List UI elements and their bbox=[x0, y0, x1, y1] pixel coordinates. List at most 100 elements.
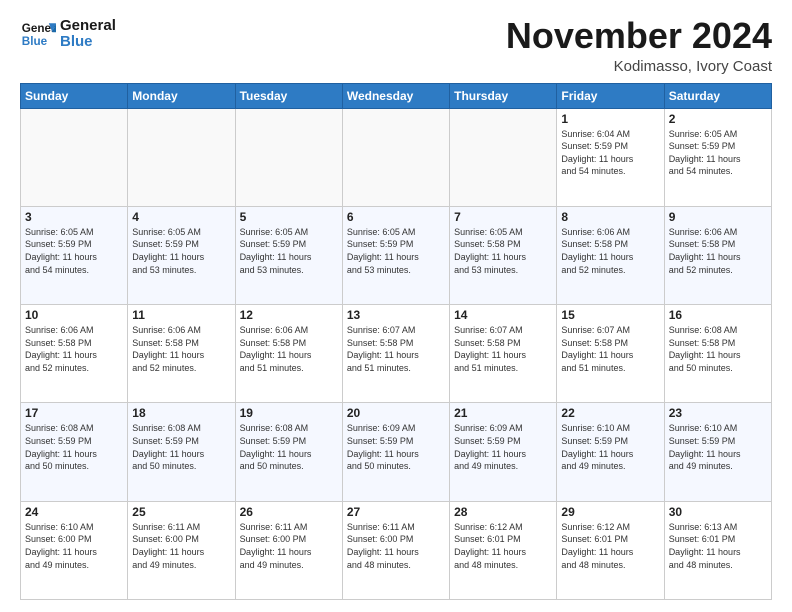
col-thursday: Thursday bbox=[450, 83, 557, 108]
day-number: 19 bbox=[240, 406, 338, 420]
day-number: 20 bbox=[347, 406, 445, 420]
day-number: 6 bbox=[347, 210, 445, 224]
day-info: Sunrise: 6:05 AM Sunset: 5:59 PM Dayligh… bbox=[132, 226, 230, 276]
day-number: 14 bbox=[454, 308, 552, 322]
day-info: Sunrise: 6:06 AM Sunset: 5:58 PM Dayligh… bbox=[561, 226, 659, 276]
month-title: November 2024 bbox=[506, 16, 772, 56]
day-number: 3 bbox=[25, 210, 123, 224]
calendar-cell-4-5: 21Sunrise: 6:09 AM Sunset: 5:59 PM Dayli… bbox=[450, 403, 557, 501]
day-info: Sunrise: 6:07 AM Sunset: 5:58 PM Dayligh… bbox=[454, 324, 552, 374]
col-sunday: Sunday bbox=[21, 83, 128, 108]
day-info: Sunrise: 6:08 AM Sunset: 5:59 PM Dayligh… bbox=[25, 422, 123, 472]
calendar-cell-5-2: 25 Sunrise: 6:11 AM Sunset: 6:00 PM Dayli… bbox=[128, 501, 235, 599]
day-info: Sunrise: 6:09 AM Sunset: 5:59 PM Dayligh… bbox=[454, 422, 552, 472]
day-number: 8 bbox=[561, 210, 659, 224]
day-number: 30 bbox=[669, 505, 767, 519]
day-info: Sunrise: 6:10 AM Sunset: 6:00 PM Dayligh… bbox=[25, 521, 123, 571]
day-number: 25 bbox=[132, 505, 230, 519]
calendar-cell-5-3: 26 Sunrise: 6:11 AM Sunset: 6:00 PM Dayli… bbox=[235, 501, 342, 599]
day-info: Sunrise: 6:09 AM Sunset: 5:59 PM Dayligh… bbox=[347, 422, 445, 472]
day-info: Sunrise: 6:08 AM Sunset: 5:59 PM Dayligh… bbox=[240, 422, 338, 472]
day-number: 4 bbox=[132, 210, 230, 224]
col-monday: Monday bbox=[128, 83, 235, 108]
day-info: Sunrise: 6:05 AM Sunset: 5:59 PM Dayligh… bbox=[25, 226, 123, 276]
calendar-cell-3-4: 13Sunrise: 6:07 AM Sunset: 5:58 PM Dayli… bbox=[342, 305, 449, 403]
day-info: Sunrise: 6:13 AM Sunset: 6:01 PM Dayligh… bbox=[669, 521, 767, 571]
day-number: 18 bbox=[132, 406, 230, 420]
day-number: 9 bbox=[669, 210, 767, 224]
day-info: Sunrise: 6:06 AM Sunset: 5:58 PM Dayligh… bbox=[669, 226, 767, 276]
calendar-cell-1-6: 1 Sunrise: 6:04 AM Sunset: 5:59 PM Daylig… bbox=[557, 108, 664, 206]
calendar-cell-5-4: 27 Sunrise: 6:11 AM Sunset: 6:00 PM Dayli… bbox=[342, 501, 449, 599]
calendar-cell-4-6: 22 Sunrise: 6:10 AM Sunset: 5:59 PM Dayli… bbox=[557, 403, 664, 501]
day-info: Sunrise: 6:11 AM Sunset: 6:00 PM Dayligh… bbox=[347, 521, 445, 571]
calendar-cell-4-4: 20 Sunrise: 6:09 AM Sunset: 5:59 PM Dayli… bbox=[342, 403, 449, 501]
calendar-cell-5-1: 24 Sunrise: 6:10 AM Sunset: 6:00 PM Dayli… bbox=[21, 501, 128, 599]
calendar-cell-4-2: 18 Sunrise: 6:08 AM Sunset: 5:59 PM Dayli… bbox=[128, 403, 235, 501]
calendar-cell-2-7: 9 Sunrise: 6:06 AM Sunset: 5:58 PM Daylig… bbox=[664, 206, 771, 304]
calendar-cell-1-7: 2 Sunrise: 6:05 AM Sunset: 5:59 PM Daylig… bbox=[664, 108, 771, 206]
day-info: Sunrise: 6:05 AM Sunset: 5:59 PM Dayligh… bbox=[669, 128, 767, 178]
day-number: 13 bbox=[347, 308, 445, 322]
calendar-week-4: 17 Sunrise: 6:08 AM Sunset: 5:59 PM Dayli… bbox=[21, 403, 772, 501]
col-friday: Friday bbox=[557, 83, 664, 108]
calendar-cell-1-3 bbox=[235, 108, 342, 206]
day-info: Sunrise: 6:06 AM Sunset: 5:58 PM Dayligh… bbox=[240, 324, 338, 374]
day-info: Sunrise: 6:04 AM Sunset: 5:59 PM Dayligh… bbox=[561, 128, 659, 178]
day-info: Sunrise: 6:05 AM Sunset: 5:58 PM Dayligh… bbox=[454, 226, 552, 276]
day-number: 12 bbox=[240, 308, 338, 322]
calendar-cell-2-4: 6 Sunrise: 6:05 AM Sunset: 5:59 PM Daylig… bbox=[342, 206, 449, 304]
day-number: 27 bbox=[347, 505, 445, 519]
day-info: Sunrise: 6:08 AM Sunset: 5:58 PM Dayligh… bbox=[669, 324, 767, 374]
day-info: Sunrise: 6:11 AM Sunset: 6:00 PM Dayligh… bbox=[132, 521, 230, 571]
calendar-cell-1-1 bbox=[21, 108, 128, 206]
logo-text: General Blue bbox=[60, 18, 116, 51]
day-number: 2 bbox=[669, 112, 767, 126]
col-saturday: Saturday bbox=[664, 83, 771, 108]
day-info: Sunrise: 6:11 AM Sunset: 6:00 PM Dayligh… bbox=[240, 521, 338, 571]
calendar-cell-4-1: 17 Sunrise: 6:08 AM Sunset: 5:59 PM Dayli… bbox=[21, 403, 128, 501]
calendar-cell-3-1: 10Sunrise: 6:06 AM Sunset: 5:58 PM Dayli… bbox=[21, 305, 128, 403]
calendar-week-5: 24 Sunrise: 6:10 AM Sunset: 6:00 PM Dayli… bbox=[21, 501, 772, 599]
calendar-cell-5-5: 28 Sunrise: 6:12 AM Sunset: 6:01 PM Dayli… bbox=[450, 501, 557, 599]
calendar-cell-3-7: 16Sunrise: 6:08 AM Sunset: 5:58 PM Dayli… bbox=[664, 305, 771, 403]
calendar-cell-4-3: 19 Sunrise: 6:08 AM Sunset: 5:59 PM Dayli… bbox=[235, 403, 342, 501]
calendar-cell-1-4 bbox=[342, 108, 449, 206]
calendar-cell-2-2: 4 Sunrise: 6:05 AM Sunset: 5:59 PM Daylig… bbox=[128, 206, 235, 304]
day-number: 29 bbox=[561, 505, 659, 519]
day-info: Sunrise: 6:12 AM Sunset: 6:01 PM Dayligh… bbox=[561, 521, 659, 571]
day-number: 1 bbox=[561, 112, 659, 126]
calendar-cell-5-7: 30 Sunrise: 6:13 AM Sunset: 6:01 PM Dayli… bbox=[664, 501, 771, 599]
day-number: 17 bbox=[25, 406, 123, 420]
day-info: Sunrise: 6:05 AM Sunset: 5:59 PM Dayligh… bbox=[347, 226, 445, 276]
calendar-week-1: 1 Sunrise: 6:04 AM Sunset: 5:59 PM Daylig… bbox=[21, 108, 772, 206]
day-info: Sunrise: 6:05 AM Sunset: 5:59 PM Dayligh… bbox=[240, 226, 338, 276]
calendar-cell-2-5: 7Sunrise: 6:05 AM Sunset: 5:58 PM Daylig… bbox=[450, 206, 557, 304]
day-number: 15 bbox=[561, 308, 659, 322]
calendar-week-3: 10 Sunrise: 6:06 AM Sunset: 5:58 PM Dayli… bbox=[21, 305, 772, 403]
day-number: 28 bbox=[454, 505, 552, 519]
day-number: 24 bbox=[25, 505, 123, 519]
day-number: 10 bbox=[25, 308, 123, 322]
calendar-cell-3-5: 14 Sunrise: 6:07 AM Sunset: 5:58 PM Dayli… bbox=[450, 305, 557, 403]
day-info: Sunrise: 6:12 AM Sunset: 6:01 PM Dayligh… bbox=[454, 521, 552, 571]
calendar-cell-3-2: 11 Sunrise: 6:06 AM Sunset: 5:58 PM Dayli… bbox=[128, 305, 235, 403]
title-block: November 2024 Kodimasso, Ivory Coast bbox=[506, 16, 772, 75]
day-number: 26 bbox=[240, 505, 338, 519]
location: Kodimasso, Ivory Coast bbox=[506, 58, 772, 75]
logo-icon: General Blue bbox=[20, 16, 56, 52]
calendar-table: Sunday Monday Tuesday Wednesday Thursday… bbox=[20, 83, 772, 600]
day-number: 22 bbox=[561, 406, 659, 420]
svg-text:Blue: Blue bbox=[22, 35, 48, 48]
day-info: Sunrise: 6:06 AM Sunset: 5:58 PM Dayligh… bbox=[132, 324, 230, 374]
calendar-cell-2-3: 5Sunrise: 6:05 AM Sunset: 5:59 PM Daylig… bbox=[235, 206, 342, 304]
day-number: 11 bbox=[132, 308, 230, 322]
calendar-cell-1-2 bbox=[128, 108, 235, 206]
day-info: Sunrise: 6:10 AM Sunset: 5:59 PM Dayligh… bbox=[561, 422, 659, 472]
col-wednesday: Wednesday bbox=[342, 83, 449, 108]
calendar-header-row: Sunday Monday Tuesday Wednesday Thursday… bbox=[21, 83, 772, 108]
calendar-cell-3-3: 12 Sunrise: 6:06 AM Sunset: 5:58 PM Dayli… bbox=[235, 305, 342, 403]
calendar-cell-4-7: 23Sunrise: 6:10 AM Sunset: 5:59 PM Dayli… bbox=[664, 403, 771, 501]
day-info: Sunrise: 6:08 AM Sunset: 5:59 PM Dayligh… bbox=[132, 422, 230, 472]
day-info: Sunrise: 6:07 AM Sunset: 5:58 PM Dayligh… bbox=[561, 324, 659, 374]
